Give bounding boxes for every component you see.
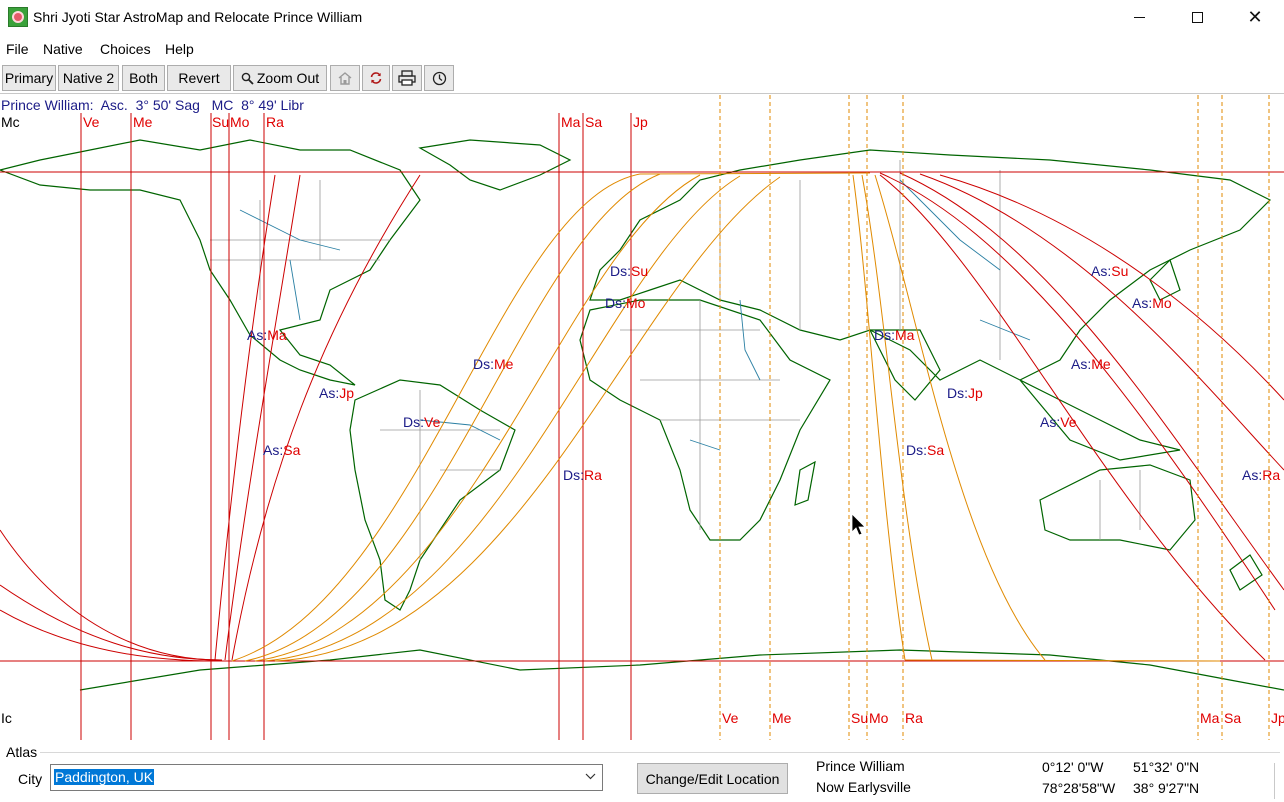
- line-label-ds-me: Ds:Me: [473, 356, 514, 372]
- print-icon: [398, 70, 416, 86]
- menu-bar: File Native Choices Help: [0, 37, 1284, 61]
- primary-button[interactable]: Primary: [2, 65, 56, 91]
- top-label-su: Su: [212, 114, 229, 130]
- antarctica-outline: [79, 649, 1284, 691]
- line-label-ds-ra: Ds:Ra: [563, 467, 602, 483]
- menu-choices[interactable]: Choices: [100, 41, 151, 57]
- atlas-section-label: Atlas: [6, 744, 38, 760]
- top-label-jp: Jp: [633, 114, 648, 130]
- menu-file[interactable]: File: [6, 41, 29, 57]
- line-label-as-ra: As:Ra: [1242, 467, 1280, 483]
- refresh-button[interactable]: [362, 65, 390, 91]
- title-bar: Shri Jyoti Star AstroMap and Relocate Pr…: [0, 0, 1284, 36]
- city-combobox[interactable]: Paddington, UK: [50, 764, 603, 791]
- menu-help[interactable]: Help: [165, 41, 194, 57]
- top-label-mo: Mo: [230, 114, 250, 130]
- atlas-divider: [40, 752, 1280, 753]
- mc-label: Mc: [1, 114, 20, 130]
- bottom-label-ra: Ra: [905, 710, 923, 726]
- top-planet-labels: Ve Me Su Mo Ra Ma Sa Jp: [83, 114, 648, 130]
- line-label-ds-jp: Ds:Jp: [947, 385, 983, 401]
- zoom-out-label: Zoom Out: [256, 70, 320, 86]
- top-label-ve: Ve: [83, 114, 100, 130]
- line-label-ds-ma: Ds:Ma: [874, 327, 915, 343]
- bottom-label-me: Me: [772, 710, 792, 726]
- line-label-as-ma: As:Ma: [247, 327, 287, 343]
- native-name: Prince William: [816, 758, 905, 774]
- chevron-down-icon[interactable]: [585, 773, 596, 780]
- line-label-ds-sa: Ds:Sa: [906, 442, 944, 458]
- maximize-icon[interactable]: [1168, 0, 1226, 34]
- menu-native[interactable]: Native: [43, 41, 83, 57]
- relocation-latitude: 38° 9'27"N: [1133, 780, 1200, 796]
- astromap-app-icon[interactable]: [8, 7, 28, 27]
- line-label-as-sa: As:Sa: [263, 442, 301, 458]
- north-america-outline: [0, 139, 421, 386]
- line-label-as-mo: As:Mo: [1132, 295, 1172, 311]
- print-button[interactable]: [392, 65, 422, 91]
- native2-button[interactable]: Native 2: [58, 65, 119, 91]
- top-label-ma: Ma: [561, 114, 581, 130]
- greenland-outline: [418, 139, 572, 191]
- world-map-canvas[interactable]: Ve Me Su Mo Ra Ma Sa Jp Mc Ic Ve Me Su M…: [0, 95, 1284, 742]
- bottom-label-su: Su: [851, 710, 868, 726]
- relocated-vertical-lines: [719, 95, 1270, 740]
- country-borders: [210, 160, 1141, 560]
- line-label-as-ve: As:Ve: [1040, 414, 1077, 430]
- natal-lines: [0, 113, 1284, 740]
- native-latitude: 51°32' 0"N: [1133, 759, 1200, 775]
- atlas-panel: Atlas City Paddington, UK Change/Edit Lo…: [0, 742, 1284, 802]
- refresh-icon: [370, 72, 382, 84]
- clock-button[interactable]: [424, 65, 454, 91]
- native-longitude: 0°12' 0"W: [1042, 759, 1104, 775]
- line-label-as-su: As:Su: [1091, 263, 1128, 279]
- panel-scrollbar[interactable]: [1274, 763, 1284, 799]
- change-edit-location-button[interactable]: Change/Edit Location: [637, 763, 788, 794]
- top-label-me: Me: [133, 114, 153, 130]
- japan-outline: [1149, 258, 1181, 301]
- top-label-sa: Sa: [585, 114, 602, 130]
- clock-icon: [432, 71, 446, 85]
- close-icon[interactable]: ✕: [1226, 0, 1284, 34]
- bottom-label-ve: Ve: [722, 710, 739, 726]
- bottom-planet-labels: Ve Me Su Mo Ra Ma Sa Jp: [722, 710, 1284, 726]
- line-label-ds-su: Ds:Su: [610, 263, 648, 279]
- ic-label: Ic: [1, 710, 12, 726]
- line-label-as-me: As:Me: [1071, 356, 1111, 372]
- mouse-cursor-icon: [851, 513, 866, 536]
- line-label-as-jp: As:Jp: [319, 385, 354, 401]
- bottom-label-mo: Mo: [869, 710, 889, 726]
- minimize-icon[interactable]: [1110, 0, 1168, 34]
- revert-button[interactable]: Revert: [167, 65, 231, 91]
- bottom-label-ma: Ma: [1200, 710, 1220, 726]
- zoom-icon: [241, 72, 254, 85]
- top-label-ra: Ra: [266, 114, 284, 130]
- rivers: [239, 179, 1031, 451]
- land-outlines: [0, 139, 1284, 691]
- relocation-name: Now Earlysville: [816, 779, 911, 795]
- madagascar-outline: [794, 460, 816, 506]
- home-button[interactable]: [330, 65, 360, 91]
- bottom-label-jp: Jp: [1271, 710, 1284, 726]
- relocation-longitude: 78°28'58"W: [1042, 780, 1116, 796]
- toolbar: Primary Native 2 Both Revert Zoom Out: [0, 62, 1284, 94]
- city-value[interactable]: Paddington, UK: [54, 769, 155, 785]
- line-label-ds-ve: Ds:Ve: [403, 414, 441, 430]
- line-label-ds-mo: Ds:Mo: [605, 295, 646, 311]
- window-title: Shri Jyoti Star AstroMap and Relocate Pr…: [33, 9, 363, 25]
- new-zealand-outline: [1229, 554, 1263, 591]
- australia-outline: [1039, 464, 1196, 551]
- city-label: City: [18, 771, 43, 787]
- astro-map[interactable]: Ve Me Su Mo Ra Ma Sa Jp Mc Ic Ve Me Su M…: [0, 95, 1284, 742]
- both-button[interactable]: Both: [122, 65, 165, 91]
- zoom-out-button[interactable]: Zoom Out: [233, 65, 327, 91]
- bottom-label-sa: Sa: [1224, 710, 1241, 726]
- home-icon: [338, 72, 352, 85]
- native-chart-summary: Prince William: Asc. 3° 50' Sag MC 8° 49…: [1, 97, 304, 113]
